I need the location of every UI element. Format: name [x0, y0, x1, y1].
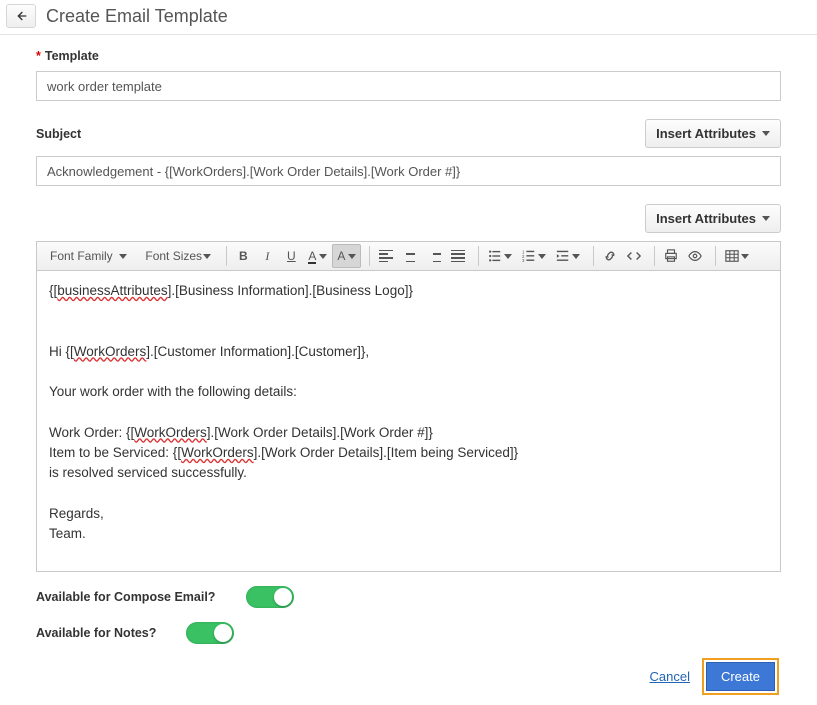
align-justify-icon — [451, 250, 465, 262]
page-header: Create Email Template — [0, 0, 817, 35]
italic-icon: I — [265, 249, 269, 264]
chevron-down-icon — [741, 254, 749, 259]
bullet-list-icon — [488, 249, 502, 263]
align-right-button[interactable] — [422, 244, 446, 268]
toggle-knob — [274, 588, 292, 606]
link-icon — [603, 249, 617, 263]
font-family-label: Font Family — [50, 249, 113, 263]
create-highlight: Create — [702, 658, 779, 695]
underline-icon: U — [287, 249, 296, 263]
preview-button[interactable] — [683, 244, 707, 268]
bg-color-button[interactable]: A — [332, 244, 361, 268]
subject-insert-attributes-button[interactable]: Insert Attributes — [645, 119, 781, 148]
text-color-button[interactable]: A — [303, 244, 332, 268]
rich-text-editor: Font Family Font Sizes B I U A A — [36, 241, 781, 572]
page-title: Create Email Template — [46, 6, 228, 27]
toggle-knob — [214, 624, 232, 642]
chevron-down-icon — [119, 254, 127, 259]
code-button[interactable] — [622, 244, 646, 268]
chevron-down-icon — [504, 254, 512, 259]
editor-line: Item to be Serviced: {[WorkOrders].[Work… — [49, 443, 768, 463]
subject-label-row: Subject Insert Attributes — [36, 119, 781, 148]
eye-icon — [688, 249, 702, 263]
align-left-button[interactable] — [374, 244, 398, 268]
back-button[interactable] — [6, 4, 36, 28]
compose-toggle[interactable] — [246, 586, 294, 608]
align-center-button[interactable] — [398, 244, 422, 268]
font-family-select[interactable]: Font Family — [43, 244, 134, 268]
chevron-down-icon — [319, 254, 327, 259]
chevron-down-icon — [348, 254, 356, 259]
editor-line: Work Order: {[WorkOrders].[Work Order De… — [49, 423, 768, 443]
notes-toggle[interactable] — [186, 622, 234, 644]
create-button[interactable]: Create — [706, 662, 775, 691]
chevron-down-icon — [572, 254, 580, 259]
editor-toolbar: Font Family Font Sizes B I U A A — [37, 242, 780, 271]
cancel-link[interactable]: Cancel — [650, 669, 690, 684]
chevron-down-icon — [538, 254, 546, 259]
template-label: Template — [45, 49, 99, 63]
indent-button[interactable] — [551, 244, 585, 268]
template-input[interactable] — [36, 71, 781, 101]
editor-line: {[businessAttributes].[Business Informat… — [49, 281, 768, 301]
page: Create Email Template * Template Subject … — [0, 0, 817, 705]
bullet-list-button[interactable] — [483, 244, 517, 268]
font-size-label: Font Sizes — [145, 249, 202, 263]
notes-toggle-label: Available for Notes? — [36, 626, 186, 640]
compose-toggle-row: Available for Compose Email? — [36, 586, 781, 608]
chevron-down-icon — [762, 131, 770, 136]
number-list-button[interactable]: 123 — [517, 244, 551, 268]
bold-icon: B — [239, 249, 248, 263]
print-button[interactable] — [659, 244, 683, 268]
indent-icon — [556, 249, 570, 263]
subject-label: Subject — [36, 127, 81, 141]
footer-actions: Cancel Create — [36, 658, 781, 695]
form-content: * Template Subject Insert Attributes Inse… — [0, 35, 817, 705]
editor-line: is resolved serviced successfully. — [49, 463, 768, 483]
compose-toggle-label: Available for Compose Email? — [36, 590, 246, 604]
chevron-down-icon — [762, 216, 770, 221]
subject-insert-attributes-label: Insert Attributes — [656, 126, 756, 141]
svg-text:3: 3 — [522, 258, 525, 263]
subject-input[interactable] — [36, 156, 781, 186]
notes-toggle-row: Available for Notes? — [36, 622, 781, 644]
bold-button[interactable]: B — [231, 244, 255, 268]
align-justify-button[interactable] — [446, 244, 470, 268]
underline-button[interactable]: U — [279, 244, 303, 268]
bg-color-icon: A — [337, 249, 345, 263]
body-insert-attributes-button[interactable]: Insert Attributes — [645, 204, 781, 233]
table-icon — [725, 249, 739, 263]
editor-line: Your work order with the following detai… — [49, 382, 768, 402]
print-icon — [664, 249, 678, 263]
table-button[interactable] — [720, 244, 754, 268]
editor-line: Regards, — [49, 504, 768, 524]
code-icon — [627, 249, 641, 263]
chevron-down-icon — [203, 254, 211, 259]
align-center-icon — [403, 250, 417, 262]
body-insert-attributes-label: Insert Attributes — [656, 211, 756, 226]
back-arrow-icon — [13, 8, 29, 24]
align-left-icon — [379, 250, 393, 262]
align-right-icon — [427, 250, 441, 262]
template-label-row: * Template — [36, 49, 781, 63]
text-color-icon: A — [308, 249, 316, 264]
required-asterisk: * — [36, 49, 41, 63]
editor-body[interactable]: {[businessAttributes].[Business Informat… — [37, 271, 780, 571]
editor-line: Team. — [49, 524, 768, 544]
link-button[interactable] — [598, 244, 622, 268]
body-actions: Insert Attributes — [36, 204, 781, 233]
font-size-select[interactable]: Font Sizes — [138, 244, 218, 268]
editor-line: Hi {[WorkOrders].[Customer Information].… — [49, 342, 768, 362]
number-list-icon: 123 — [522, 249, 536, 263]
italic-button[interactable]: I — [255, 244, 279, 268]
